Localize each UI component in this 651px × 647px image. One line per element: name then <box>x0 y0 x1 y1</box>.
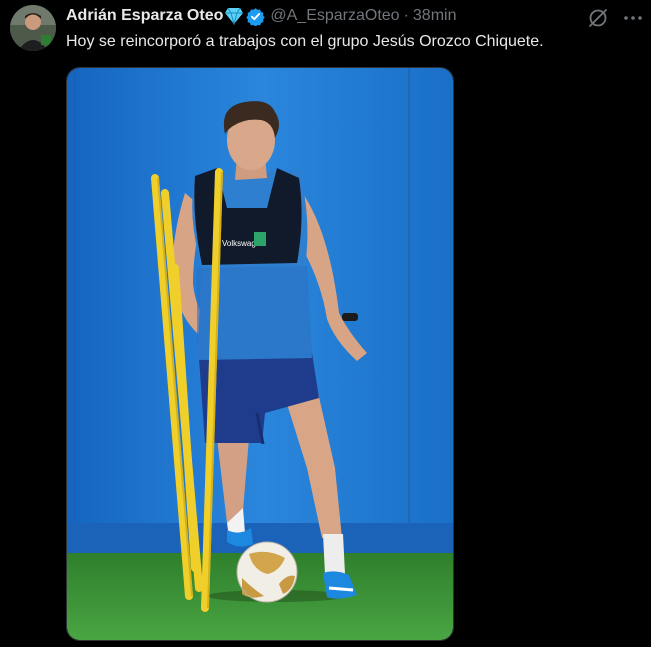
separator-dot: · <box>403 7 409 24</box>
tweet-text: Hoy se reincorporó a trabajos con el gru… <box>66 33 544 50</box>
diamond-icon <box>224 7 244 25</box>
tweet-actions <box>587 7 643 34</box>
author-name[interactable]: Adrián Esparza Oteo <box>66 7 223 25</box>
more-icon[interactable] <box>623 8 643 33</box>
tweet-header: Adrián Esparza Oteo @A_EsparzaOteo · 38m… <box>66 6 641 26</box>
author-handle[interactable]: @A_EsparzaOteo <box>270 7 399 25</box>
grok-icon[interactable] <box>587 7 609 34</box>
verified-badge-icon[interactable] <box>246 7 266 26</box>
avatar[interactable] <box>10 5 56 51</box>
tweet-photo[interactable]: Volkswagen <box>66 67 454 641</box>
timestamp[interactable]: 38min <box>413 7 457 25</box>
